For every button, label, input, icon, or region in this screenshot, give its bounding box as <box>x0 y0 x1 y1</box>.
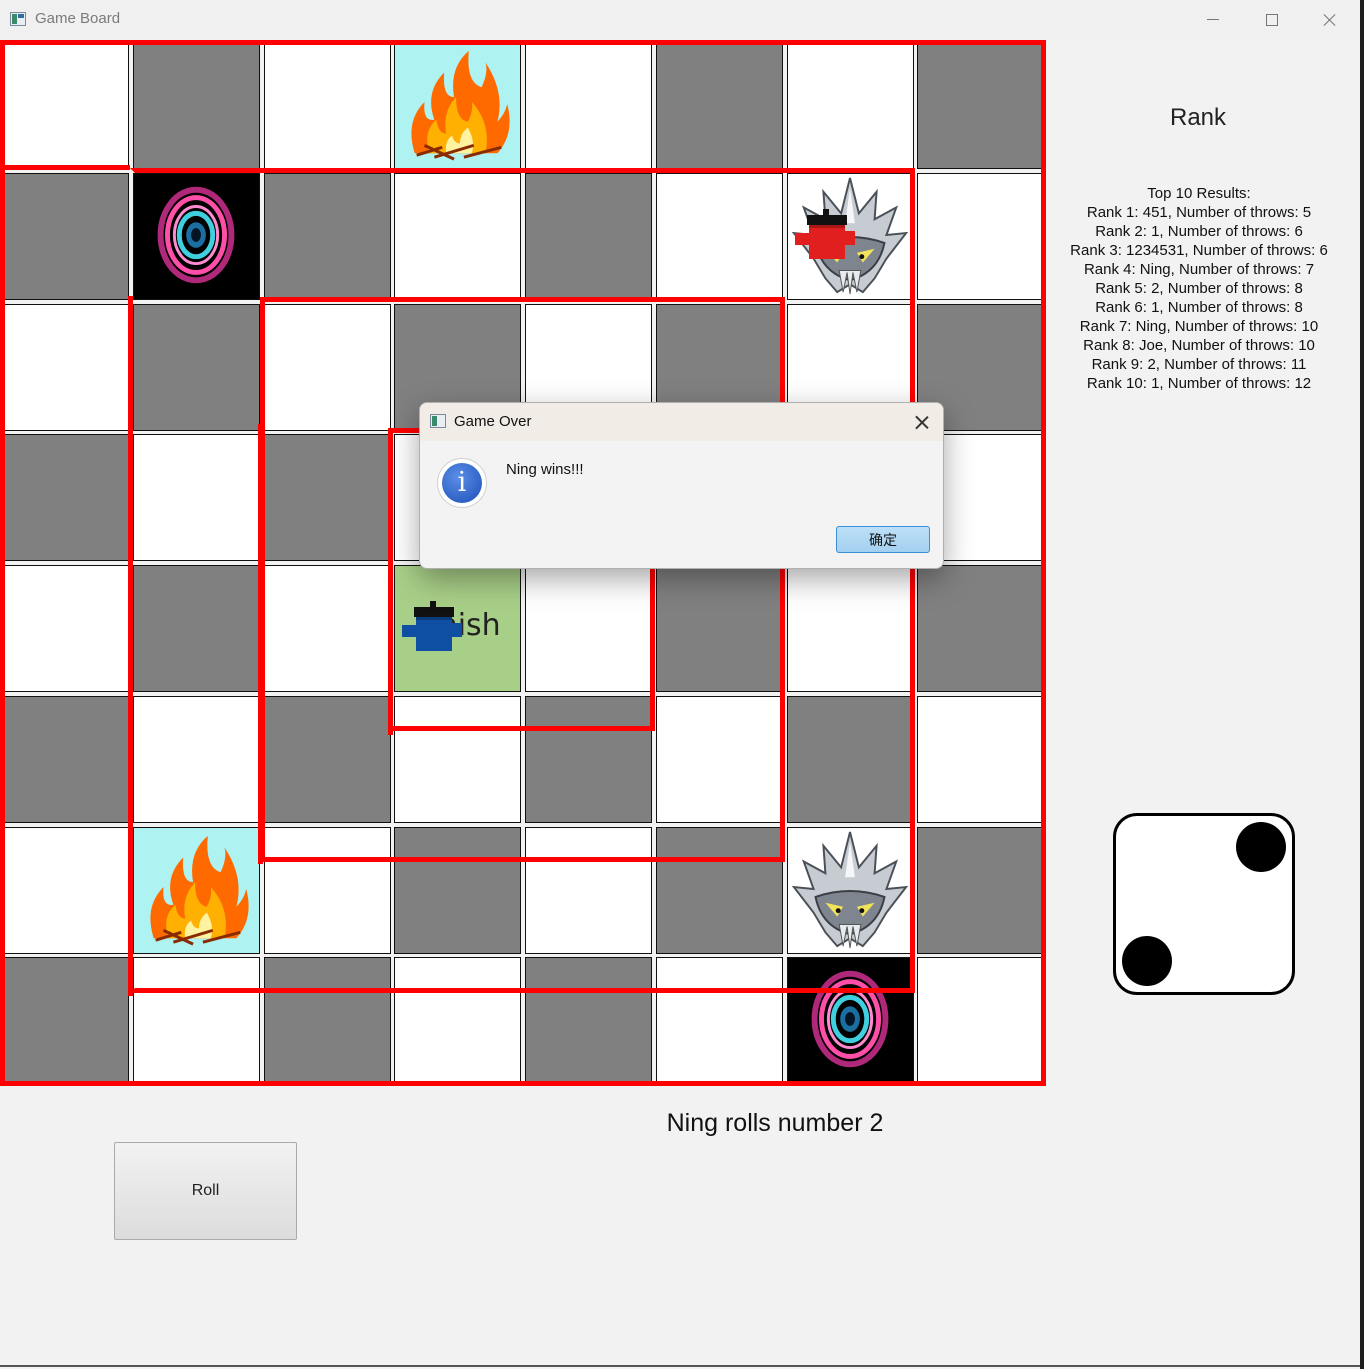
board-cell <box>525 957 652 1084</box>
board-cell <box>394 696 521 823</box>
board-cell <box>787 565 914 692</box>
board-cell <box>2 827 129 954</box>
dialog-close-button[interactable] <box>908 409 936 435</box>
ok-button[interactable]: 确定 <box>836 526 930 553</box>
board-cell <box>133 957 260 1084</box>
rank-entry: Rank 3: 1234531, Number of throws: 6 <box>1070 242 1328 259</box>
dialog-title: Game Over <box>454 413 532 430</box>
rank-entry: Rank 6: 1, Number of throws: 8 <box>1095 299 1303 316</box>
dice-pip <box>1236 822 1286 872</box>
board-cell <box>264 696 391 823</box>
fire-cell <box>133 827 260 954</box>
roll-status-text: Ning rolls number 2 <box>666 1109 884 1137</box>
track-segment <box>258 424 263 864</box>
track-segment <box>128 296 133 996</box>
board-cell <box>787 42 914 169</box>
board-cell <box>264 304 391 431</box>
board-cell <box>133 42 260 169</box>
board-cell <box>656 42 783 169</box>
rank-title: Rank <box>1169 104 1227 131</box>
maximize-button[interactable] <box>1242 0 1300 40</box>
rank-entry: Rank 7: Ning, Number of throws: 10 <box>1079 318 1319 335</box>
board-cell <box>525 827 652 954</box>
board-cell <box>525 696 652 823</box>
board-cell <box>656 565 783 692</box>
rank-list: Top 10 Results: Rank 1: 451, Number of t… <box>1070 184 1328 393</box>
board-cell <box>133 434 260 561</box>
board-cell <box>2 957 129 1084</box>
board-cell <box>394 957 521 1084</box>
rank-entry: Rank 4: Ning, Number of throws: 7 <box>1083 261 1315 278</box>
board-cell <box>917 42 1044 169</box>
dialog-message: Ning wins!!! <box>506 461 584 478</box>
app-icon <box>10 12 26 26</box>
board-cell <box>264 42 391 169</box>
board-cell <box>133 565 260 692</box>
board-cell <box>2 434 129 561</box>
fire-cell <box>394 42 521 169</box>
board-cell <box>264 434 391 561</box>
portal-cell <box>133 173 260 300</box>
board-cell <box>917 827 1044 954</box>
board-cell <box>656 957 783 1084</box>
board-cell <box>656 696 783 823</box>
board-cell <box>917 565 1044 692</box>
board-cell <box>525 42 652 169</box>
app-icon <box>430 414 446 428</box>
rank-entry: Rank 9: 2, Number of throws: 11 <box>1091 356 1307 373</box>
rank-entry: Rank 1: 451, Number of throws: 5 <box>1086 204 1312 221</box>
roll-button[interactable]: Roll <box>114 1142 297 1240</box>
rank-header: Top 10 Results: <box>1147 185 1251 202</box>
board-cell <box>264 565 391 692</box>
board-cell <box>264 957 391 1084</box>
board-cell <box>2 565 129 692</box>
board-cell <box>2 696 129 823</box>
board-cell <box>917 696 1044 823</box>
board-cell <box>2 173 129 300</box>
title-bar[interactable]: Game Board <box>0 0 1360 40</box>
window-title: Game Board <box>35 10 121 27</box>
game-over-dialog: Game Over i Ning wins!!! 确定 <box>419 402 944 569</box>
board-cell <box>133 304 260 431</box>
board-cell <box>133 696 260 823</box>
board-cell <box>787 696 914 823</box>
board-cell <box>264 827 391 954</box>
board-cell <box>2 42 129 169</box>
monster-cell <box>787 827 914 954</box>
board-cell <box>394 827 521 954</box>
portal-cell <box>787 957 914 1084</box>
minimize-button[interactable] <box>1184 0 1242 40</box>
info-icon: i <box>437 458 487 508</box>
board-cell <box>525 173 652 300</box>
blue-player-icon <box>394 565 521 692</box>
game-window: Game Board Finish Rank Top 10 Results: R… <box>0 0 1362 1367</box>
rank-entry: Rank 2: 1, Number of throws: 6 <box>1095 223 1303 240</box>
board-cell <box>264 173 391 300</box>
desktop-edge <box>1360 0 1364 1369</box>
board-cell <box>917 957 1044 1084</box>
board-cell <box>656 827 783 954</box>
board-cell <box>2 304 129 431</box>
track-segment <box>0 165 130 170</box>
close-window-button[interactable] <box>1300 0 1358 40</box>
board-cell <box>525 565 652 692</box>
rank-entry: Rank 8: Joe, Number of throws: 10 <box>1083 337 1315 354</box>
track-segment <box>388 555 393 735</box>
rank-entry: Rank 10: 1, Number of throws: 12 <box>1086 375 1312 392</box>
rank-entry: Rank 5: 2, Number of throws: 8 <box>1095 280 1303 297</box>
dice-face <box>1113 813 1295 995</box>
board-cell <box>394 173 521 300</box>
board-cell <box>917 173 1044 300</box>
dice-pip <box>1122 936 1172 986</box>
board-cell <box>656 173 783 300</box>
dialog-title-bar[interactable]: Game Over <box>420 403 943 441</box>
red-player-icon <box>787 173 914 300</box>
